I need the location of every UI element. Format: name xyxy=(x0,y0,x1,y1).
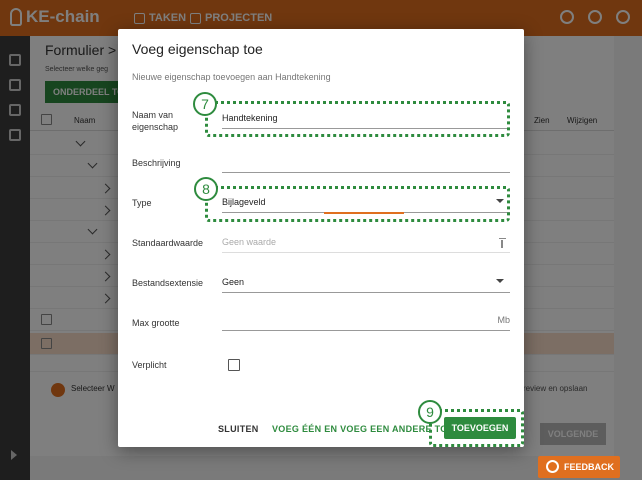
dialog-subtitle: Nieuwe eigenschap toevoegen aan Handteke… xyxy=(132,72,331,82)
feedback-label: FEEDBACK xyxy=(564,462,615,472)
description-input[interactable] xyxy=(222,149,510,173)
default-label: Standaardwaarde xyxy=(132,238,204,248)
feedback-icon xyxy=(546,460,559,473)
max-size-input[interactable]: Mb xyxy=(222,307,510,331)
dialog-title: Voeg eigenschap toe xyxy=(132,41,263,57)
upload-icon[interactable] xyxy=(499,238,506,248)
add-property-dialog: Voeg eigenschap toe Nieuwe eigenschap to… xyxy=(118,29,524,447)
feedback-button[interactable]: FEEDBACK xyxy=(538,456,620,478)
default-placeholder: Geen waarde xyxy=(222,237,277,247)
highlight-type-field xyxy=(205,186,510,222)
required-label: Verplicht xyxy=(132,360,167,370)
highlight-add-button xyxy=(429,409,524,447)
add-another-button[interactable]: VOEG ÉÉN EN VOEG EEN ANDERE TOE xyxy=(272,424,454,434)
required-checkbox[interactable] xyxy=(228,359,240,371)
max-size-label: Max grootte xyxy=(132,318,180,328)
step-badge-9: 9 xyxy=(418,400,442,424)
type-label: Type xyxy=(132,198,152,208)
step-badge-7: 7 xyxy=(193,92,217,116)
extension-label: Bestandsextensie xyxy=(132,278,204,288)
extension-select[interactable]: Geen xyxy=(222,269,510,293)
default-input[interactable]: Geen waarde xyxy=(222,229,510,253)
max-size-suffix: Mb xyxy=(497,315,510,325)
dropdown-arrow-icon xyxy=(496,279,504,283)
extension-value: Geen xyxy=(222,277,245,287)
step-badge-8: 8 xyxy=(194,177,218,201)
highlight-name-field xyxy=(205,101,510,137)
description-label: Beschrijving xyxy=(132,158,181,168)
close-button[interactable]: SLUITEN xyxy=(218,424,259,434)
